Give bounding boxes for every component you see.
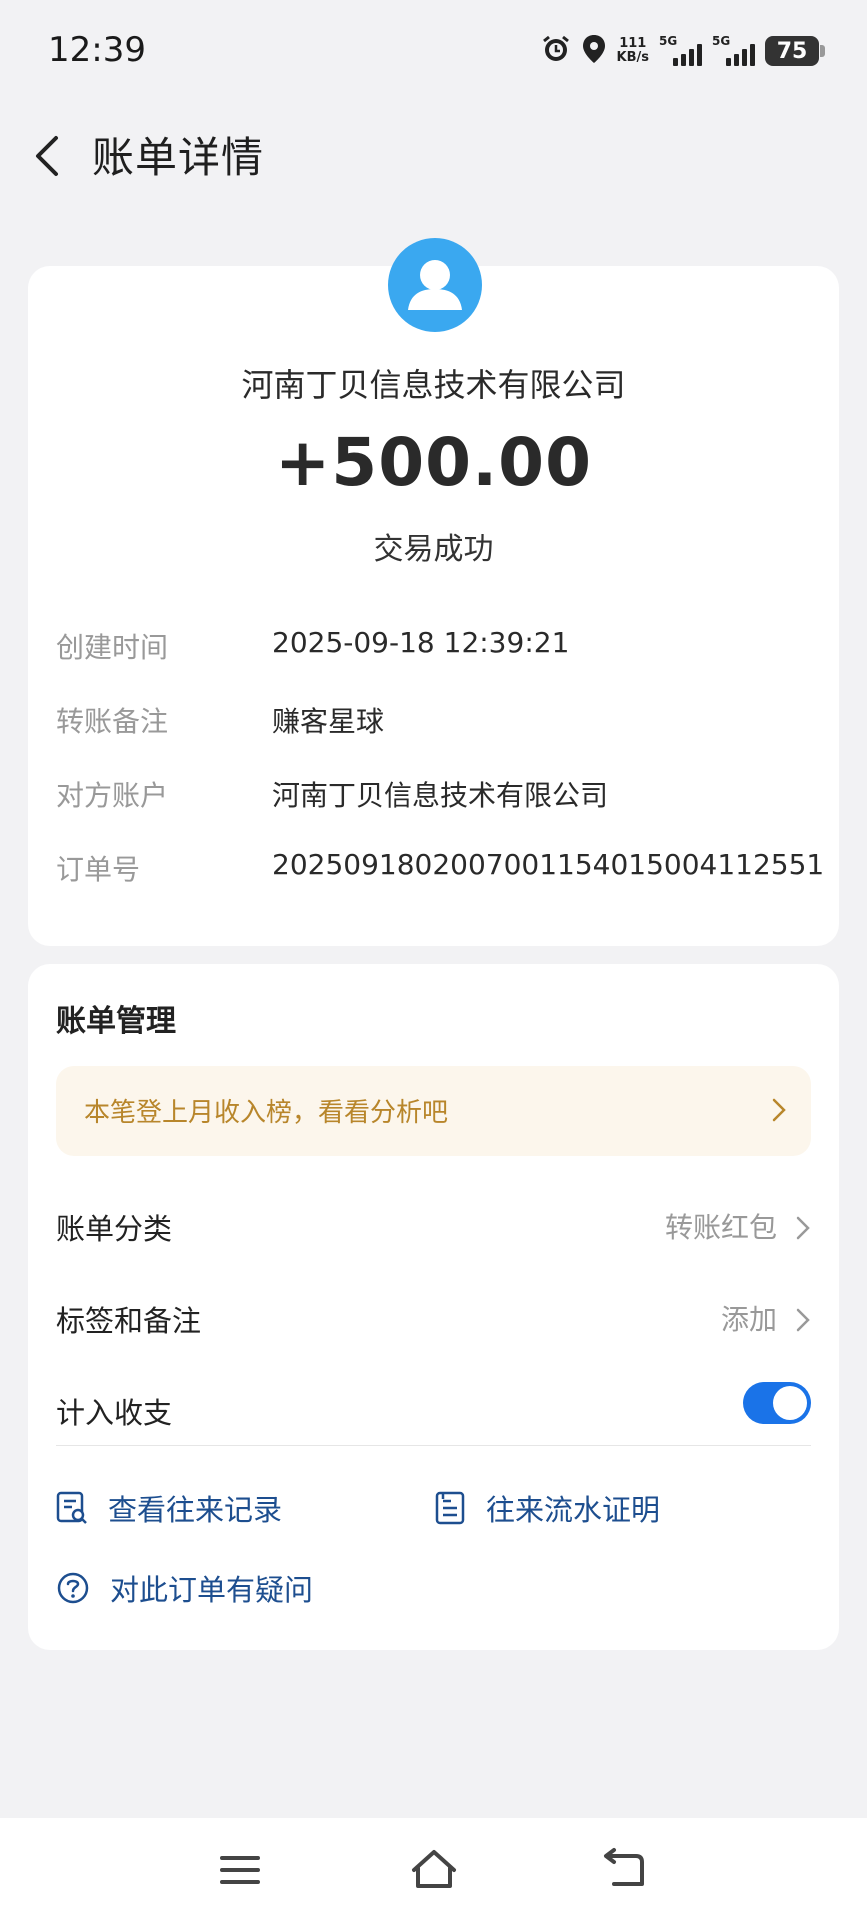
transaction-status: 交易成功 — [373, 532, 494, 567]
detail-value: 2025-09-18 12:39:21 — [272, 626, 570, 659]
tags-remarks-row[interactable]: 标签和备注 添加 — [56, 1288, 811, 1348]
network-speed-value: 111 — [619, 36, 647, 51]
detail-label: 订单号 — [56, 853, 141, 886]
document-icon — [435, 1491, 465, 1525]
bill-category-label: 账单分类 — [56, 1212, 173, 1246]
signal-label: 5G — [659, 34, 678, 48]
signal-icon: 5G — [712, 34, 755, 66]
bill-category-value: 转账红包 — [664, 1211, 777, 1244]
tip-text: 本笔登上月收入榜，看看分析吧 — [84, 1098, 449, 1128]
section-title: 账单管理 — [56, 1004, 176, 1039]
home-icon — [412, 1850, 456, 1888]
include-in-stats-label: 计入收支 — [56, 1396, 173, 1430]
order-question-link[interactable]: 对此订单有疑问 — [56, 1566, 313, 1610]
view-history-link[interactable]: 查看往来记录 — [56, 1486, 282, 1530]
battery-icon: 75 — [765, 36, 825, 66]
detail-label: 对方账户 — [56, 779, 169, 812]
chevron-right-icon — [795, 1214, 811, 1246]
amount: +500.00 — [275, 424, 592, 501]
alarm-icon — [541, 34, 571, 68]
order-question-label: 对此订单有疑问 — [110, 1573, 314, 1607]
network-speed: 111 KB/s — [617, 37, 649, 65]
battery-level: 75 — [776, 38, 808, 64]
system-nav-bar — [0, 1818, 867, 1920]
tags-remarks-value: 添加 — [720, 1303, 777, 1336]
counterparty-name: 河南丁贝信息技术有限公司 — [241, 366, 626, 404]
toggle-knob — [773, 1386, 807, 1420]
include-in-stats-toggle[interactable] — [743, 1382, 811, 1424]
home-button[interactable] — [404, 1846, 464, 1894]
income-rank-tip[interactable]: 本笔登上月收入榜，看看分析吧 — [56, 1066, 811, 1156]
record-search-icon — [56, 1491, 87, 1524]
help-circle-icon — [57, 1572, 89, 1604]
divider — [56, 1445, 811, 1446]
transaction-proof-label: 往来流水证明 — [486, 1493, 661, 1527]
chevron-right-icon — [771, 1096, 787, 1128]
menu-button[interactable] — [210, 1846, 270, 1894]
status-bar: 12:39 111 KB/s 5G 5G 75 — [0, 0, 867, 104]
status-time: 12:39 — [48, 30, 146, 70]
location-icon — [581, 34, 607, 68]
back-button[interactable] — [28, 128, 68, 184]
header: 账单详情 — [0, 104, 867, 214]
view-history-label: 查看往来记录 — [108, 1493, 283, 1527]
back-nav-button[interactable] — [596, 1846, 656, 1894]
menu-icon — [220, 1856, 260, 1884]
detail-value[interactable]: 2025091802007001154015004112551 — [272, 848, 824, 881]
chevron-left-icon — [36, 136, 58, 176]
transaction-proof-link[interactable]: 往来流水证明 — [434, 1486, 660, 1530]
bill-category-row[interactable]: 账单分类 转账红包 — [56, 1196, 811, 1256]
status-icons: 111 KB/s 5G 5G 75 — [541, 34, 825, 68]
detail-value: 河南丁贝信息技术有限公司 — [272, 779, 609, 812]
detail-value: 赚客星球 — [272, 705, 385, 738]
back-icon — [604, 1848, 644, 1886]
page-title: 账单详情 — [92, 133, 265, 182]
user-icon — [408, 260, 462, 310]
network-speed-unit: KB/s — [616, 50, 649, 65]
signal-label: 5G — [712, 34, 731, 48]
tags-remarks-label: 标签和备注 — [56, 1304, 202, 1338]
detail-label: 创建时间 — [56, 631, 169, 664]
avatar — [388, 238, 482, 332]
signal-icon: 5G — [659, 34, 702, 66]
include-in-stats-row: 计入收支 — [56, 1380, 811, 1440]
detail-label: 转账备注 — [56, 705, 169, 738]
chevron-right-icon — [795, 1306, 811, 1338]
